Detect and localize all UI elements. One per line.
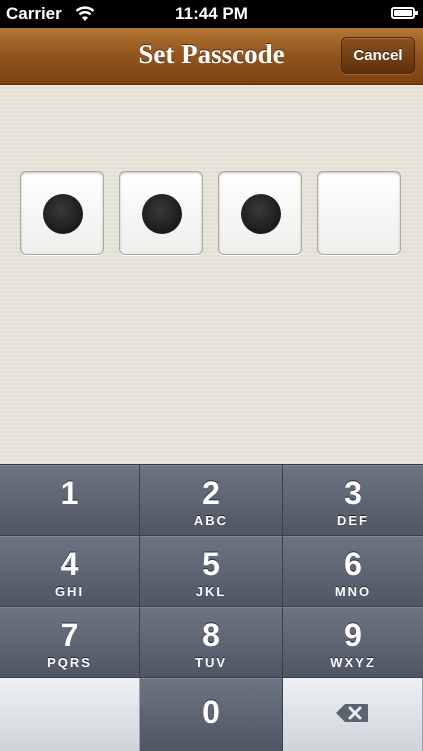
navigation-bar: Set Passcode Cancel bbox=[0, 28, 423, 85]
key-digit: 1 bbox=[60, 475, 79, 511]
key-blank bbox=[0, 678, 140, 751]
battery-icon bbox=[391, 7, 418, 19]
key-digit: 6 bbox=[344, 546, 362, 582]
key-letters: GHI bbox=[54, 584, 85, 599]
key-digit: 7 bbox=[60, 617, 79, 653]
passcode-dot bbox=[142, 194, 182, 234]
key-letters: DEF bbox=[337, 513, 369, 528]
status-bar: Carrier 11:44 PM bbox=[0, 0, 423, 28]
cancel-button[interactable]: Cancel bbox=[341, 37, 415, 74]
key-letters: MNO bbox=[334, 584, 372, 599]
key-letters: TUV bbox=[195, 655, 227, 670]
key-6[interactable]: 6 MNO bbox=[283, 536, 423, 607]
key-digit: 8 bbox=[202, 617, 220, 653]
delete-icon bbox=[336, 704, 368, 722]
status-time: 11:44 PM bbox=[175, 4, 248, 23]
delete-button[interactable] bbox=[283, 678, 423, 751]
key-0[interactable]: 0 bbox=[140, 678, 283, 751]
key-digit: 9 bbox=[344, 617, 362, 653]
key-letters: JKL bbox=[195, 584, 227, 599]
key-digit: 4 bbox=[60, 546, 79, 582]
key-5[interactable]: 5 JKL bbox=[140, 536, 283, 607]
key-9[interactable]: 9 WXYZ bbox=[283, 607, 423, 678]
key-letters: PQRS bbox=[47, 655, 92, 670]
passcode-field-1 bbox=[20, 171, 104, 255]
key-3[interactable]: 3 DEF bbox=[283, 465, 423, 536]
passcode-dot bbox=[241, 194, 281, 234]
passcode-field-4 bbox=[317, 171, 401, 255]
key-2[interactable]: 2 ABC bbox=[140, 465, 283, 536]
key-digit: 0 bbox=[202, 694, 220, 730]
key-1[interactable]: 1 bbox=[0, 465, 140, 536]
passcode-dot bbox=[43, 194, 83, 234]
passcode-field-2 bbox=[119, 171, 203, 255]
key-4[interactable]: 4 GHI bbox=[0, 536, 140, 607]
key-digit: 5 bbox=[202, 546, 220, 582]
passcode-area bbox=[0, 85, 423, 463]
key-7[interactable]: 7 PQRS bbox=[0, 607, 140, 678]
key-digit: 3 bbox=[344, 475, 362, 511]
key-letters: ABC bbox=[193, 513, 229, 528]
key-8[interactable]: 8 TUV bbox=[140, 607, 283, 678]
key-digit: 2 bbox=[202, 475, 220, 511]
passcode-field-3 bbox=[218, 171, 302, 255]
key-letters: WXYZ bbox=[330, 655, 376, 670]
numeric-keypad: 1 2 ABC 3 DEF 4 GHI 5 JKL 6 MNO 7 PQRS 8… bbox=[0, 464, 423, 751]
